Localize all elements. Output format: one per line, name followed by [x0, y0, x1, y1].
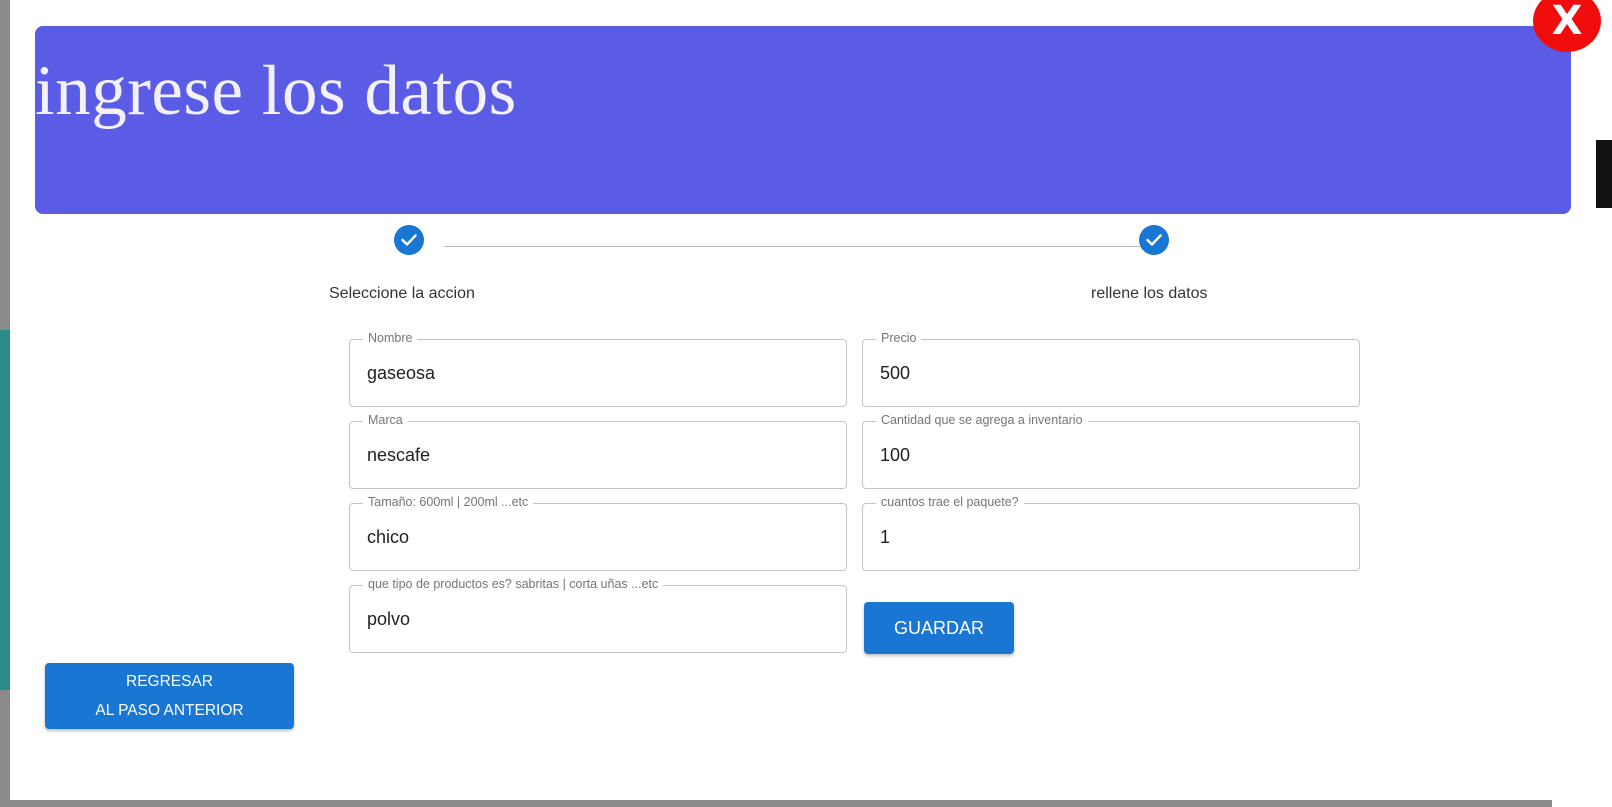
nombre-label: Nombre	[363, 331, 418, 345]
cantidad-label: Cantidad que se agrega a inventario	[876, 413, 1088, 427]
tipo-input[interactable]	[367, 604, 827, 634]
regresar-button[interactable]: REGRESAR AL PASO ANTERIOR	[45, 663, 294, 729]
tamano-input[interactable]	[367, 522, 827, 552]
modal-title: ingrese los datos	[35, 52, 517, 130]
modal-header: ingrese los datos	[35, 26, 1571, 214]
tamano-label: Tamaño: 600ml | 200ml ...etc	[363, 495, 534, 509]
step-1-check-icon	[394, 225, 424, 255]
cantidad-input[interactable]	[880, 440, 1340, 470]
tamano-field[interactable]: Tamaño: 600ml | 200ml ...etc	[349, 495, 847, 571]
precio-input[interactable]	[880, 358, 1340, 388]
marca-input[interactable]	[367, 440, 827, 470]
regresar-button-line2: AL PASO ANTERIOR	[95, 702, 244, 719]
regresar-button-line1: REGRESAR	[126, 673, 213, 690]
marca-label: Marca	[363, 413, 408, 427]
step-1-label: Seleccione la accion	[329, 285, 475, 302]
tipo-field[interactable]: que tipo de productos es? sabritas | cor…	[349, 577, 847, 653]
precio-label: Precio	[876, 331, 922, 345]
step-2-label: rellene los datos	[1091, 285, 1208, 302]
marca-field[interactable]: Marca	[349, 413, 847, 489]
nombre-input[interactable]	[367, 358, 827, 388]
paquete-input[interactable]	[880, 522, 1340, 552]
guardar-button[interactable]: GUARDAR	[864, 602, 1014, 654]
precio-field[interactable]: Precio	[862, 331, 1360, 407]
cantidad-field[interactable]: Cantidad que se agrega a inventario	[862, 413, 1360, 489]
modal-dialog: ingrese los datos Seleccione la accion r…	[10, 0, 1596, 800]
paquete-label: cuantos trae el paquete?	[876, 495, 1024, 509]
paquete-field[interactable]: cuantos trae el paquete?	[862, 495, 1360, 571]
step-2-check-icon	[1139, 225, 1169, 255]
tipo-label: que tipo de productos es? sabritas | cor…	[363, 577, 664, 591]
nombre-field[interactable]: Nombre	[349, 331, 847, 407]
stepper-connector	[444, 246, 1162, 247]
